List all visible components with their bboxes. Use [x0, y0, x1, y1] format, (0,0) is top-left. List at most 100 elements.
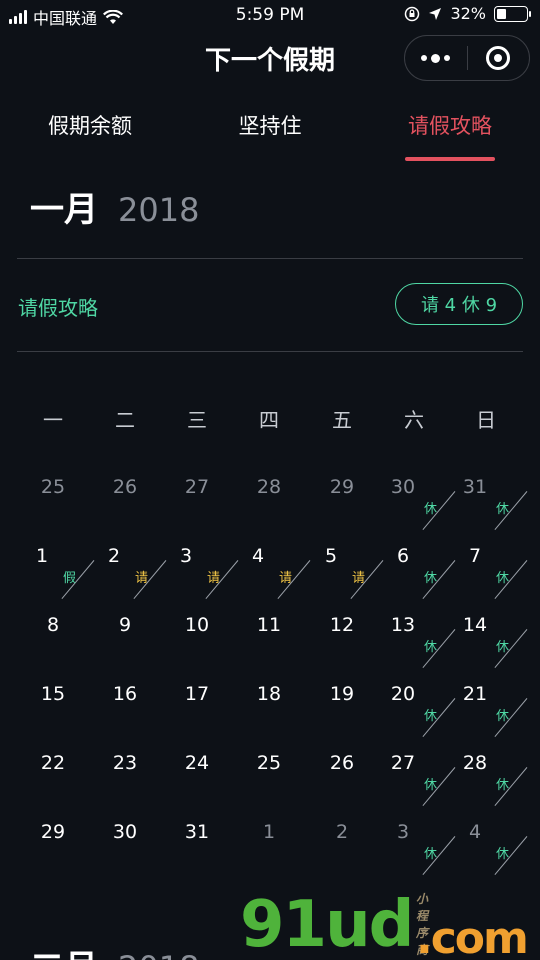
day-number: 22 [40, 752, 66, 774]
watermark-com: .com [416, 913, 529, 960]
day-number: 21 [462, 683, 488, 705]
weekday-header: 六 [404, 408, 424, 432]
day-number: 27 [184, 476, 210, 498]
calendar-day[interactable]: 11 [233, 610, 305, 679]
weekday-header: 二 [115, 408, 135, 432]
month-header: 一月 2018 [30, 182, 199, 231]
calendar-day[interactable]: 10 [161, 610, 233, 679]
day-number: 25 [256, 752, 282, 774]
day-number: 14 [462, 614, 488, 636]
weekday-header: 日 [476, 408, 496, 432]
calendar-day[interactable]: 27 [161, 472, 233, 541]
target-icon [486, 46, 511, 70]
close-mini-program-button[interactable] [467, 46, 529, 70]
day-number: 26 [112, 476, 138, 498]
location-icon [429, 7, 442, 20]
day-number: 4 [251, 545, 265, 567]
day-number: 7 [468, 545, 482, 567]
weekday-header: 三 [187, 408, 207, 432]
tab-leave-strategy[interactable]: 请假攻略 [360, 110, 540, 140]
day-number: 1 [262, 821, 276, 843]
divider [17, 351, 523, 352]
calendar-day[interactable]: 26 [89, 472, 161, 541]
rotation-lock-icon [405, 6, 420, 21]
calendar-day[interactable]: 22 [17, 748, 89, 817]
day-tag: 请 [352, 571, 366, 586]
calendar-day[interactable]: 21 休 [450, 679, 528, 748]
strategy-badge[interactable]: 请 4 休 9 [395, 283, 523, 325]
battery-percent: 32% [450, 4, 486, 23]
day-number: 1 [35, 545, 49, 567]
weekday-header: 五 [332, 408, 352, 432]
calendar-day[interactable]: 9 [89, 610, 161, 679]
day-tag: 请 [279, 571, 293, 586]
calendar-day[interactable]: 4休 [450, 817, 528, 886]
calendar-day[interactable]: 29 [17, 817, 89, 886]
day-number: 23 [112, 752, 138, 774]
day-tag: 休 [424, 778, 438, 793]
weekday-header: 一 [43, 408, 63, 432]
calendar-day[interactable]: 16 [89, 679, 161, 748]
month-year: 2018 [118, 949, 199, 960]
day-number: 31 [462, 476, 488, 498]
calendar-day[interactable]: 28 [233, 472, 305, 541]
day-number: 25 [40, 476, 66, 498]
day-number: 30 [390, 476, 416, 498]
more-button[interactable] [405, 53, 467, 63]
active-tab-indicator [405, 157, 495, 161]
day-number: 18 [256, 683, 282, 705]
day-number: 6 [396, 545, 410, 567]
calendar-day[interactable]: 17 [161, 679, 233, 748]
calendar-day[interactable]: 31 [161, 817, 233, 886]
calendar-day[interactable]: 14 休 [450, 610, 528, 679]
day-number: 2 [107, 545, 121, 567]
tab-hang-in-there[interactable]: 坚持住 [180, 110, 360, 140]
status-bar: 中国联通 5:59 PM 32% [0, 0, 540, 30]
calendar-day[interactable]: 15 [17, 679, 89, 748]
watermark-logo: 91ud 小程序商店 .com [240, 888, 529, 960]
day-number: 5 [324, 545, 338, 567]
tab-holiday-balance[interactable]: 假期余额 [0, 110, 180, 140]
calendar-day[interactable]: 31 休 [450, 472, 528, 541]
day-number: 20 [390, 683, 416, 705]
day-number: 3 [396, 821, 410, 843]
day-number: 24 [184, 752, 210, 774]
day-number: 30 [112, 821, 138, 843]
day-number: 28 [462, 752, 488, 774]
day-tag: 休 [496, 640, 510, 655]
calendar-day[interactable]: 28 休 [450, 748, 528, 817]
day-number: 11 [256, 614, 282, 636]
calendar-day[interactable]: 18 [233, 679, 305, 748]
mini-program-capsule [404, 35, 530, 81]
day-tag: 休 [496, 502, 510, 517]
divider [17, 258, 523, 259]
calendar-day[interactable]: 30 [89, 817, 161, 886]
more-dot [431, 53, 441, 63]
day-number: 10 [184, 614, 210, 636]
day-number: 3 [179, 545, 193, 567]
day-number: 16 [112, 683, 138, 705]
calendar-day[interactable]: 25 [233, 748, 305, 817]
day-tag: 休 [424, 640, 438, 655]
month-year: 2018 [118, 191, 200, 229]
battery-icon [494, 5, 531, 22]
more-dot [421, 55, 428, 61]
battery-level [497, 8, 506, 19]
day-number: 28 [256, 476, 282, 498]
tab-bar: 假期余额 坚持住 请假攻略 [0, 110, 540, 162]
day-tag: 休 [496, 847, 510, 862]
calendar-day[interactable]: 7休 [450, 541, 528, 610]
calendar-day[interactable]: 8 [17, 610, 89, 679]
day-number: 31 [184, 821, 210, 843]
strategy-label: 请假攻略 [18, 296, 98, 320]
calendar-day[interactable]: 1 [233, 817, 305, 886]
day-tag: 休 [424, 709, 438, 724]
day-tag: 休 [424, 571, 438, 586]
calendar-day[interactable]: 23 [89, 748, 161, 817]
calendar-day[interactable]: 25 [17, 472, 89, 541]
month-name: 二月 [30, 940, 98, 960]
day-tag: 请 [135, 571, 149, 586]
day-number: 8 [46, 614, 60, 636]
calendar-day[interactable]: 24 [161, 748, 233, 817]
status-right: 32% [404, 4, 531, 23]
